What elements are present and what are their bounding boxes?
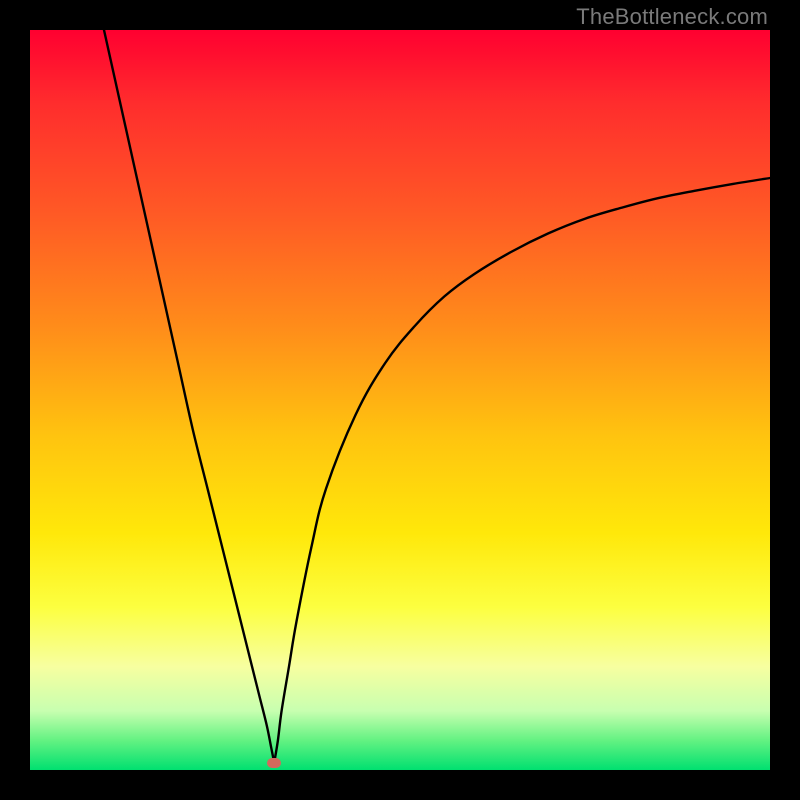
plot-area	[30, 30, 770, 770]
curve-left-branch	[104, 30, 274, 763]
chart-frame: TheBottleneck.com	[0, 0, 800, 800]
curve-right-branch	[274, 178, 770, 763]
watermark-text: TheBottleneck.com	[576, 4, 768, 30]
bottleneck-curve	[30, 30, 770, 770]
optimal-point-marker	[267, 758, 281, 768]
